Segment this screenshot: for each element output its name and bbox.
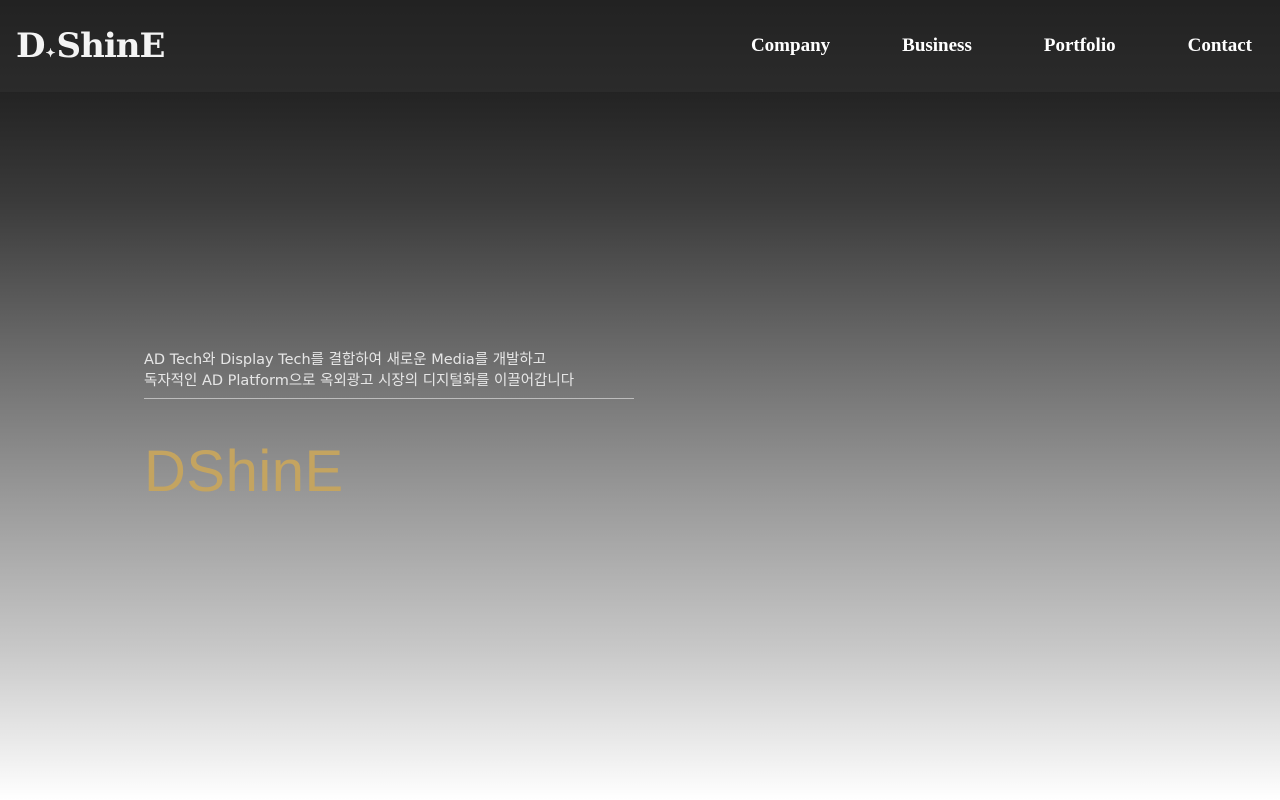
logo-text-right: ShinE [56, 26, 166, 66]
hero-tagline-line-1: AD Tech와 Display Tech를 결합하여 새로운 Media를 개… [144, 352, 547, 368]
nav-contact[interactable]: Contact [1188, 33, 1252, 59]
hero-tagline-line-2: 독자적인 AD Platform으로 옥외광고 시장의 디지털화를 이끌어갑니다 [144, 373, 575, 389]
hero-divider [144, 398, 634, 399]
hero-section: AD Tech와 Display Tech를 결합하여 새로운 Media를 개… [144, 350, 634, 505]
site-logo[interactable]: D ✦ ShinE [16, 26, 166, 66]
hero-tagline: AD Tech와 Display Tech를 결합하여 새로운 Media를 개… [144, 350, 634, 392]
nav-portfolio[interactable]: Portfolio [1044, 33, 1116, 59]
hero-brand-title: DShinE [144, 439, 344, 504]
logo-text-left: D [16, 26, 46, 66]
star-icon: ✦ [45, 46, 55, 60]
nav-business[interactable]: Business [902, 33, 972, 59]
main-nav: Company Business Portfolio Contact [751, 33, 1252, 59]
nav-company[interactable]: Company [751, 33, 830, 59]
site-header: D ✦ ShinE Company Business Portfolio Conta… [0, 0, 1280, 92]
